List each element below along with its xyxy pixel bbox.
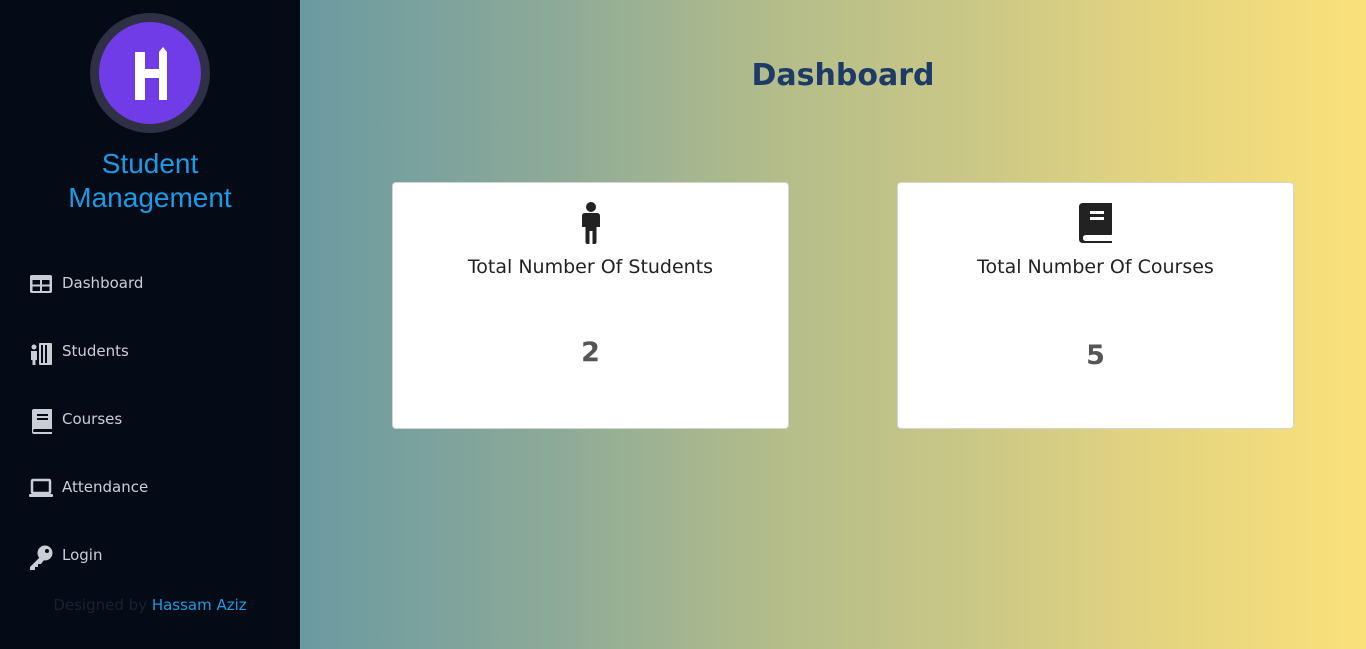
courses-count: 5: [1086, 340, 1105, 371]
sidebar-item-label: Courses: [62, 410, 123, 428]
sidebar-item-login[interactable]: Login: [28, 540, 278, 572]
logo[interactable]: [90, 13, 210, 133]
students-icon: [28, 340, 56, 366]
brand-line-2: Management: [68, 182, 232, 213]
page-title: Dashboard: [751, 58, 935, 93]
person-icon: [571, 201, 611, 245]
sidebar-item-courses[interactable]: Courses: [28, 404, 278, 436]
students-count: 2: [581, 337, 600, 368]
credit-author-link[interactable]: Hassam Aziz: [152, 596, 247, 614]
logo-h-icon: [135, 47, 167, 100]
designer-credit: Designed by Hassam Aziz: [0, 595, 300, 615]
sidebar-item-label: Dashboard: [62, 274, 144, 292]
book-icon: [28, 408, 56, 434]
logo-badge: [99, 22, 201, 124]
card-title: Total Number Of Students: [467, 256, 714, 278]
sidebar-item-label: Students: [62, 342, 129, 360]
key-icon: [28, 544, 56, 570]
credit-prefix: Designed by: [53, 596, 148, 614]
card-title: Total Number Of Courses: [977, 256, 1214, 278]
book-icon: [1076, 201, 1116, 245]
sidebar-item-label: Attendance: [62, 478, 149, 496]
sidebar-item-dashboard[interactable]: Dashboard: [28, 268, 278, 300]
brand-title: Student Management: [0, 147, 300, 215]
laptop-icon: [28, 476, 56, 502]
sidebar-item-students[interactable]: Students: [28, 336, 278, 368]
sidebar-item-attendance[interactable]: Attendance: [28, 472, 278, 504]
courses-card[interactable]: Total Number Of Courses 5: [897, 182, 1294, 429]
students-card[interactable]: Total Number Of Students 2: [392, 182, 789, 429]
brand-line-1: Student: [101, 148, 199, 179]
dashboard-table-icon: [28, 272, 56, 298]
sidebar-item-label: Login: [62, 546, 103, 564]
main-content: Dashboard Total Number Of Students 2 Tot…: [300, 0, 1366, 649]
sidebar: Student Management Dashboard Students Co…: [0, 0, 300, 649]
